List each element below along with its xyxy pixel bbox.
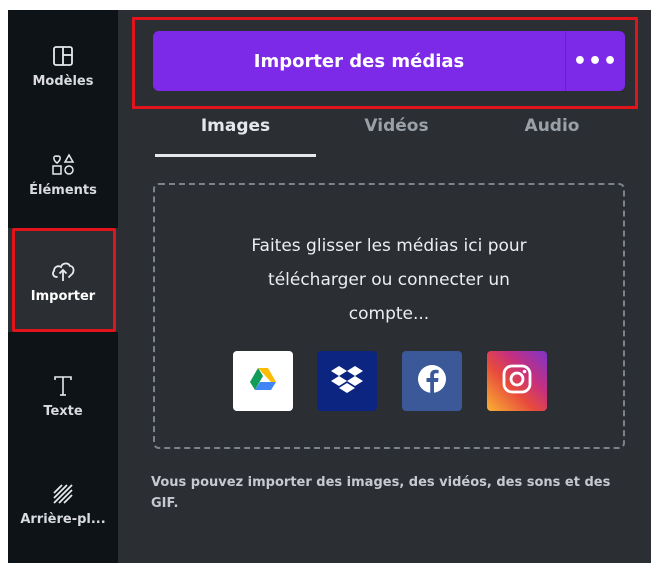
upload-footnote: Vous pouvez importer des images, des vid… (151, 475, 611, 511)
background-icon (49, 480, 77, 508)
instagram-icon (501, 363, 533, 399)
facebook-button[interactable] (402, 351, 462, 411)
more-options-button[interactable]: ••• (566, 31, 625, 91)
sidebar-upload-highlight (12, 228, 116, 332)
instagram-button[interactable] (487, 351, 547, 411)
drop-zone-text: Faites glisser les médias ici pour téléc… (153, 229, 625, 331)
templates-icon (49, 42, 77, 70)
sidebar-item-text[interactable]: Texte (8, 350, 118, 440)
upload-media-button[interactable]: Importer des médias (153, 31, 565, 91)
drop-zone-line: télécharger ou connecter un (268, 270, 510, 290)
elements-icon (49, 151, 77, 179)
sidebar-item-label: Modèles (32, 73, 94, 89)
facebook-icon (417, 364, 447, 398)
dropbox-button[interactable] (317, 351, 377, 411)
tab-videos[interactable]: Vidéos (316, 116, 477, 136)
active-tab-indicator (155, 154, 316, 157)
tab-images[interactable]: Images (155, 116, 316, 136)
sidebar-item-elements[interactable]: Éléments (8, 128, 118, 220)
google-drive-icon (249, 366, 277, 396)
drop-zone-line: Faites glisser les médias ici pour (251, 236, 527, 256)
sidebar-item-label: Texte (43, 403, 83, 419)
text-icon (49, 372, 77, 400)
sidebar-item-background[interactable]: Arrière-pl... (8, 458, 118, 548)
sidebar-item-label: Éléments (29, 182, 97, 198)
sidebar-item-templates[interactable]: Modèles (8, 20, 118, 110)
google-drive-button[interactable] (233, 351, 293, 411)
tab-audio[interactable]: Audio (477, 116, 627, 136)
dropbox-icon (330, 364, 364, 398)
drop-zone-line: compte... (348, 304, 430, 324)
sidebar-item-label: Arrière-pl... (20, 511, 106, 527)
